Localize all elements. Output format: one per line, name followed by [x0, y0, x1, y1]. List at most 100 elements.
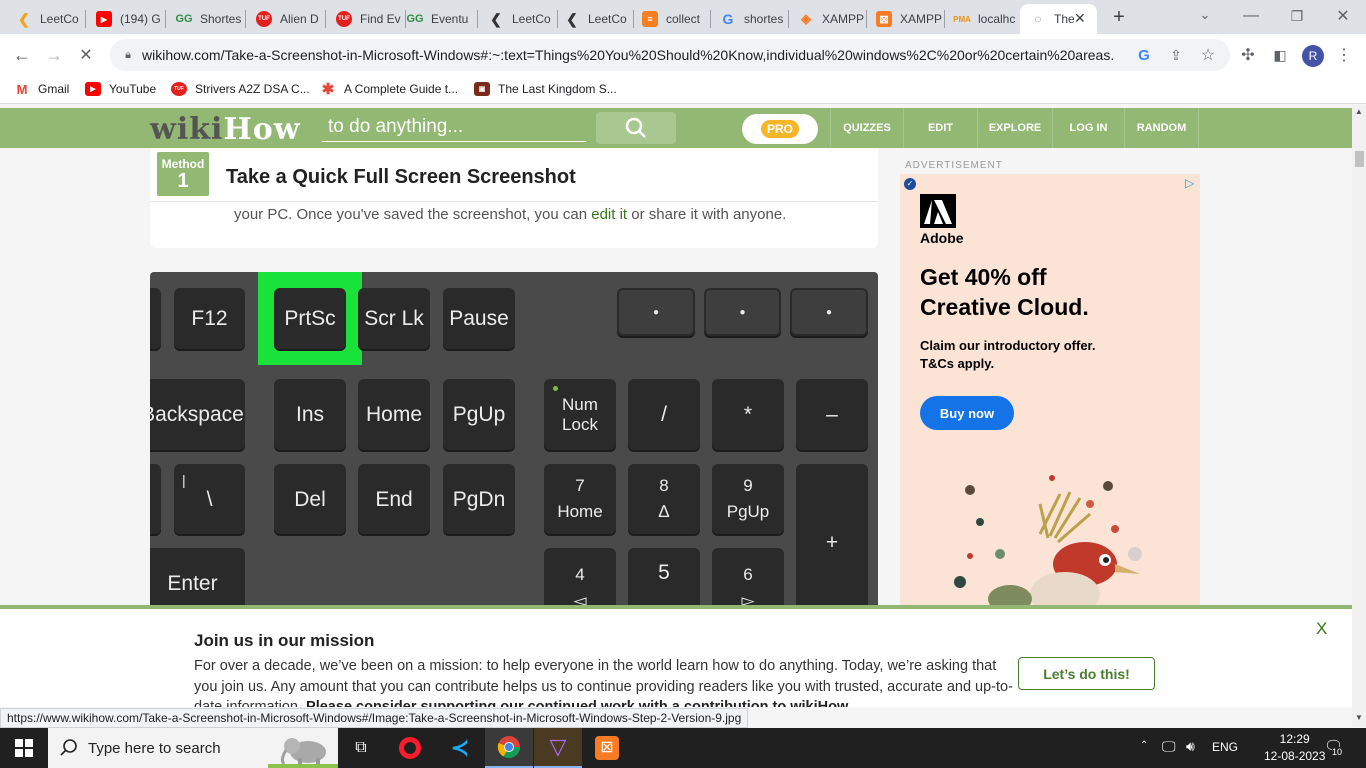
browser-tab[interactable]: GG Shortes	[166, 4, 244, 34]
xampp-icon: ⊠	[876, 11, 892, 27]
scroll-up-arrow-icon[interactable]: ▲	[1355, 107, 1363, 116]
browser-tab[interactable]: ❮ LeetCo	[554, 4, 632, 34]
taskbar-opera[interactable]	[386, 728, 434, 768]
wikihow-logo[interactable]: wikiHow	[150, 112, 301, 147]
key-partial	[150, 464, 161, 534]
minimize-button[interactable]: —	[1241, 6, 1261, 26]
key-asterisk: *	[712, 379, 784, 450]
task-view-icon: ⧉	[355, 739, 367, 756]
browser-tab[interactable]: GG Eventu	[397, 4, 475, 34]
profile-avatar[interactable]: R	[1302, 45, 1324, 67]
start-button[interactable]	[0, 728, 48, 768]
key-partial	[150, 288, 161, 349]
nav-edit[interactable]: EDIT	[903, 108, 977, 148]
key-slash: /	[628, 379, 700, 450]
leetcode-icon: ❮	[18, 10, 30, 27]
advertisement-label: ADVERTISEMENT	[905, 160, 1003, 171]
browser-tab[interactable]: TUF Find Ev	[326, 4, 404, 34]
method-title: Take a Quick Full Screen Screenshot	[226, 166, 576, 188]
numlock-led	[553, 386, 558, 391]
side-panel-icon[interactable]: ◧	[1270, 45, 1290, 65]
vscode-icon: ≺	[450, 735, 470, 760]
browser-tab-active[interactable]: ◌ The ✕	[1020, 4, 1097, 34]
restore-button[interactable]: ❐	[1287, 6, 1307, 26]
tab-search-icon[interactable]: ⌄	[1195, 5, 1215, 25]
browser-tab[interactable]: ❮ LeetCo	[478, 4, 556, 34]
taskbar-search-box[interactable]: Type here to search	[48, 728, 338, 768]
geeksforgeeks-icon: GG	[406, 13, 424, 25]
film-icon: ▣	[474, 82, 490, 96]
ad-headline: Get 40% off Creative Cloud.	[920, 264, 1089, 320]
taskbar-app-triangle[interactable]: ▽	[534, 728, 582, 768]
wikihow-search-input[interactable]: to do anything...	[322, 114, 586, 142]
pro-badge: PRO	[760, 120, 799, 138]
browser-tab[interactable]: Gshortes	[710, 4, 788, 34]
language-indicator[interactable]: ENG	[1212, 740, 1238, 754]
loading-icon: ◌	[1034, 12, 1042, 26]
address-bar[interactable]: 🔒︎ wikihow.com/Take-a-Screenshot-in-Micr…	[110, 39, 1230, 71]
lets-do-this-button[interactable]: Let’s do this!	[1018, 657, 1155, 690]
stackoverflow-icon: ≡	[642, 11, 658, 27]
bookmark-complete-guide[interactable]: ✱ A Complete Guide t...	[320, 81, 458, 98]
close-tab-icon[interactable]: ✕	[1074, 10, 1086, 27]
youtube-icon: ▶	[85, 82, 101, 96]
bookmark-last-kingdom[interactable]: ▣ The Last Kingdom S...	[474, 82, 617, 96]
page-scrollbar[interactable]: ▲ ▼	[1352, 105, 1366, 727]
new-tab-button[interactable]: +	[1109, 6, 1129, 28]
search-icon	[625, 117, 646, 138]
browser-tab[interactable]: ◈ XAMPP	[788, 4, 866, 34]
close-window-button[interactable]: ✕	[1333, 6, 1353, 26]
nav-quizzes[interactable]: QUIZZES	[830, 108, 903, 148]
bookmark-youtube[interactable]: ▶ YouTube	[85, 82, 156, 96]
leetcode-icon: ❮	[490, 10, 502, 27]
share-icon[interactable]: ⇪	[1166, 45, 1186, 65]
elephant-illustration-icon	[268, 738, 338, 768]
notification-icon[interactable]: 🗨︎10	[1324, 737, 1343, 757]
lock-icon: 🔒︎	[125, 48, 131, 61]
back-arrow-icon[interactable]: ←	[12, 45, 32, 65]
bookmark-star-icon[interactable]: ☆	[1198, 45, 1218, 65]
browser-tab[interactable]: ❮ LeetCo	[6, 4, 84, 34]
taskbar-vscode[interactable]: ≺	[436, 728, 484, 768]
volume-icon[interactable]: 🔊︎	[1186, 738, 1195, 755]
browser-tab[interactable]: TUF Alien D	[246, 4, 324, 34]
forward-arrow-icon[interactable]: →	[44, 45, 64, 65]
banner-text: For over a decade, we’ve been on a missi…	[194, 658, 1013, 707]
clock[interactable]: 12:29 12-08-2023	[1264, 732, 1325, 763]
google-lens-icon[interactable]: G	[1134, 45, 1154, 65]
browser-tab[interactable]: ▶ (194) G	[86, 4, 164, 34]
search-button[interactable]	[596, 112, 676, 144]
bookmark-gmail[interactable]: M Gmail	[14, 82, 70, 97]
nav-random[interactable]: RANDOM	[1124, 108, 1199, 148]
network-icon[interactable]: 🖵︎	[1162, 738, 1176, 755]
task-view-button[interactable]: ⧉	[337, 728, 385, 768]
browser-tab[interactable]: ⊠ XAMPP	[866, 4, 944, 34]
adchoices-icon[interactable]: ▷	[1185, 176, 1194, 190]
taskbar-chrome[interactable]	[485, 728, 533, 768]
extensions-puzzle-icon[interactable]: ✣	[1238, 45, 1258, 65]
pro-button[interactable]: PRO	[742, 114, 818, 144]
windows-taskbar: Type here to search ⧉ ≺ ▽ ⊠ ⌃ 🖵︎ 🔊︎ ENG …	[0, 728, 1366, 768]
ad-shield-icon: ✓	[904, 178, 916, 190]
scrollbar-thumb[interactable]	[1355, 151, 1364, 167]
ad-buy-now-button[interactable]: Buy now	[920, 396, 1014, 430]
article-method-card: Method 1 Take a Quick Full Screen Screen…	[150, 148, 878, 248]
nav-log-in[interactable]: LOG IN	[1052, 108, 1124, 148]
triangle-app-icon: ▽	[549, 734, 567, 759]
banner-close-button[interactable]: X	[1316, 619, 1327, 639]
scroll-down-arrow-icon[interactable]: ▼	[1355, 713, 1363, 722]
edit-it-link[interactable]: edit it	[591, 206, 627, 223]
stop-loading-icon[interactable]: ✕	[76, 45, 96, 65]
nav-explore[interactable]: EXPLORE	[977, 108, 1052, 148]
bookmark-strivers[interactable]: TUF Strivers A2Z DSA C...	[171, 82, 310, 96]
browser-tab[interactable]: PMA localhc	[944, 4, 1022, 34]
geeksforgeeks-icon: GG	[175, 13, 193, 25]
browser-tab[interactable]: ≡ collect	[632, 4, 710, 34]
key-pgup: PgUp	[443, 379, 515, 450]
key-prtsc: PrtSc	[274, 288, 346, 349]
key-f12: F12	[174, 288, 245, 349]
more-menu-icon[interactable]: ⋮	[1334, 45, 1354, 65]
taskbar-xampp[interactable]: ⊠	[583, 728, 631, 768]
browser-toolbar: ← → ✕ 🔒︎ wikihow.com/Take-a-Screenshot-i…	[0, 34, 1366, 76]
tray-chevron-icon[interactable]: ⌃	[1140, 740, 1148, 751]
